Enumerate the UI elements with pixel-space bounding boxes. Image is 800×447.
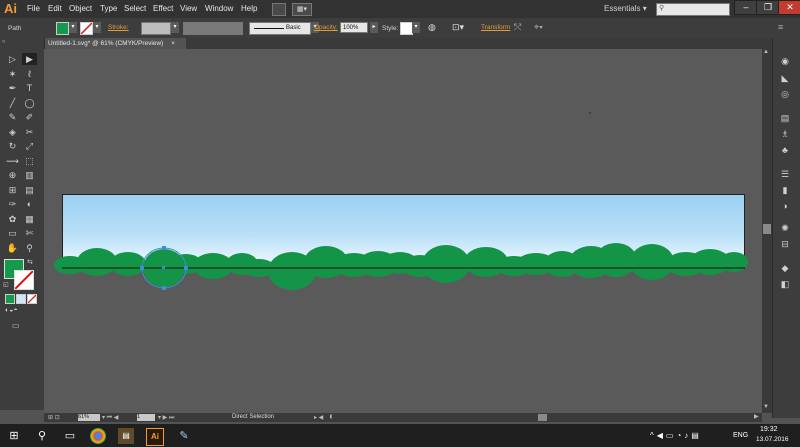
bush-shape[interactable] — [720, 252, 748, 272]
stray-point — [589, 112, 591, 114]
horizontal-scrollbar[interactable]: ◀ ▶ — [327, 413, 762, 422]
align-icon[interactable]: ⊟ — [778, 238, 792, 250]
vertical-scroll-thumb[interactable] — [763, 224, 771, 234]
artboards-icon[interactable]: ◧ — [778, 278, 792, 290]
color-panel-icon[interactable]: ◣ — [778, 72, 792, 84]
artboard-nav-icon[interactable]: ⊞ ⊡ — [48, 414, 60, 421]
clock-time[interactable]: 19:32 — [760, 426, 778, 433]
artwork-layer — [54, 112, 748, 290]
system-tray-icons[interactable]: ^◀▭◔♪▤ — [650, 431, 702, 440]
zoom-field[interactable]: 61% — [78, 414, 100, 421]
scroll-down-icon[interactable]: ▼ — [763, 404, 769, 410]
scroll-right-icon[interactable]: ▶ — [754, 413, 759, 420]
appearance-icon[interactable]: ◎ — [778, 88, 792, 100]
graphic-styles-icon[interactable]: ✺ — [778, 222, 792, 234]
bush-row[interactable] — [54, 243, 748, 290]
anchor-point[interactable] — [162, 286, 166, 290]
status-text: Direct Selection — [232, 414, 275, 420]
status-menu-icon[interactable]: ▸ ◀ — [314, 414, 323, 421]
layers-icon[interactable]: ◆ — [778, 262, 792, 274]
anchor-point[interactable] — [140, 266, 144, 270]
task-view-icon[interactable]: ▭ — [62, 428, 78, 444]
center-point — [162, 266, 165, 269]
color-guide-icon[interactable]: ◉ — [778, 55, 792, 67]
start-icon[interactable]: ⊞ — [6, 428, 22, 444]
vertical-scrollbar[interactable]: ▲ ▼ — [762, 49, 772, 413]
transparency-icon[interactable]: ◑ — [778, 200, 792, 212]
illustrator-taskbar-icon[interactable]: Ai — [146, 428, 164, 446]
scroll-up-icon[interactable]: ▲ — [763, 49, 769, 55]
page-prev-icons[interactable]: ▾ ⏮ ◀ — [102, 414, 118, 422]
clock-date[interactable]: 13.07.2016 — [756, 436, 789, 443]
page-next-icons[interactable]: ▾ ▶ ⏭ — [158, 414, 174, 422]
bush-shape[interactable] — [110, 252, 146, 276]
bush-shape[interactable] — [422, 245, 470, 283]
anchor-point[interactable] — [162, 246, 166, 250]
anchor-point[interactable] — [184, 266, 188, 270]
chrome-icon[interactable] — [90, 428, 106, 444]
gradient-panel-icon[interactable]: ▮ — [778, 184, 792, 196]
artboard-number-field[interactable]: 1 — [137, 414, 155, 421]
libraries-icon[interactable]: ▤ — [778, 112, 792, 124]
language-indicator[interactable]: ENG — [733, 432, 748, 439]
symbols-icon[interactable]: ♣ — [778, 144, 792, 156]
horizontal-scroll-thumb[interactable] — [538, 414, 547, 421]
paint-icon[interactable]: ✎ — [176, 428, 192, 444]
search-icon[interactable]: ⚲ — [34, 428, 50, 444]
file-explorer-icon[interactable]: ▤ — [118, 428, 134, 444]
brushes-icon[interactable]: ♗ — [778, 128, 792, 140]
stroke-icon[interactable]: ☰ — [778, 168, 792, 180]
